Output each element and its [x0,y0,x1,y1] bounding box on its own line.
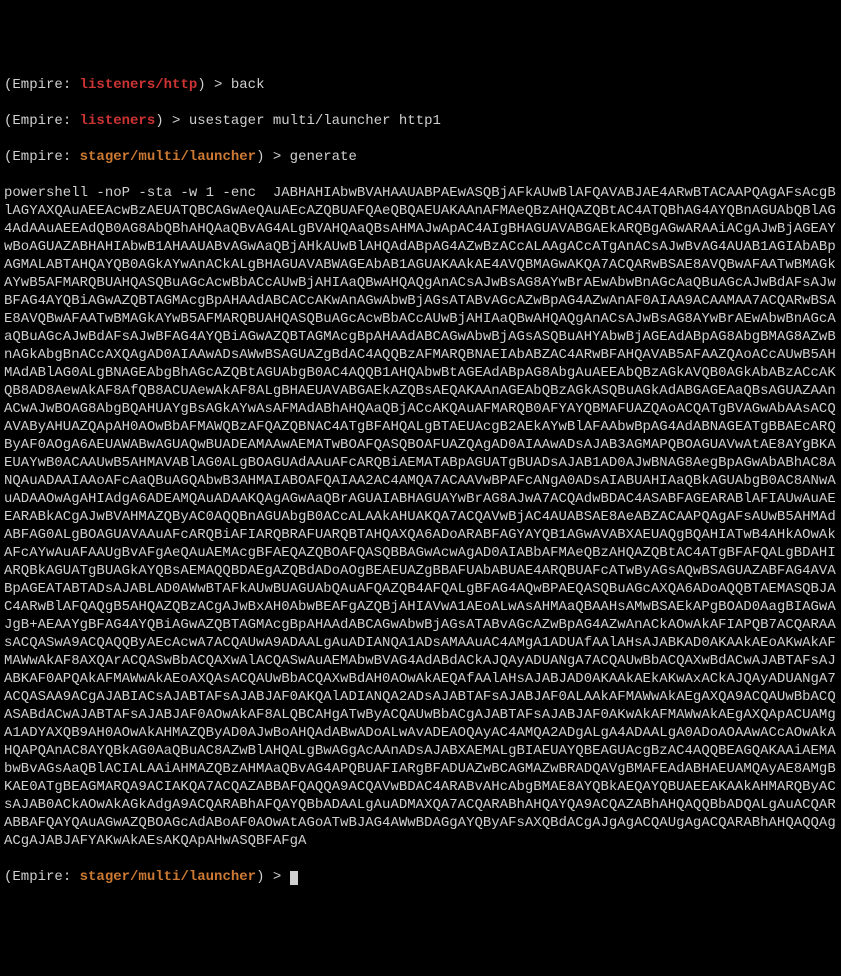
empire-label: Empire: [12,869,79,885]
command-generate: generate [290,149,357,165]
paren-open: ( [4,869,12,885]
context-stager: stager/multi/launcher [80,149,256,165]
prompt-line-3: (Empire: stager/multi/launcher) > genera… [4,148,837,166]
empire-label: Empire: [12,113,79,129]
context-listeners-http: listeners/http [80,77,198,93]
paren-close: ) > [155,113,189,129]
cursor [290,871,298,885]
prompt-line-2: (Empire: listeners) > usestager multi/la… [4,112,837,130]
paren-close: ) > [256,869,290,885]
command-back: back [231,77,265,93]
paren-close: ) > [256,149,290,165]
powershell-output: powershell -noP -sta -w 1 -enc JABHAHIAb… [4,184,837,850]
empire-label: Empire: [12,77,79,93]
paren-close: ) > [197,77,231,93]
empire-label: Empire: [12,149,79,165]
prompt-line-1: (Empire: listeners/http) > back [4,76,837,94]
context-listeners: listeners [80,113,156,129]
command-usestager: usestager multi/launcher http1 [189,113,441,129]
prompt-line-4[interactable]: (Empire: stager/multi/launcher) > [4,868,837,886]
context-stager: stager/multi/launcher [80,869,256,885]
